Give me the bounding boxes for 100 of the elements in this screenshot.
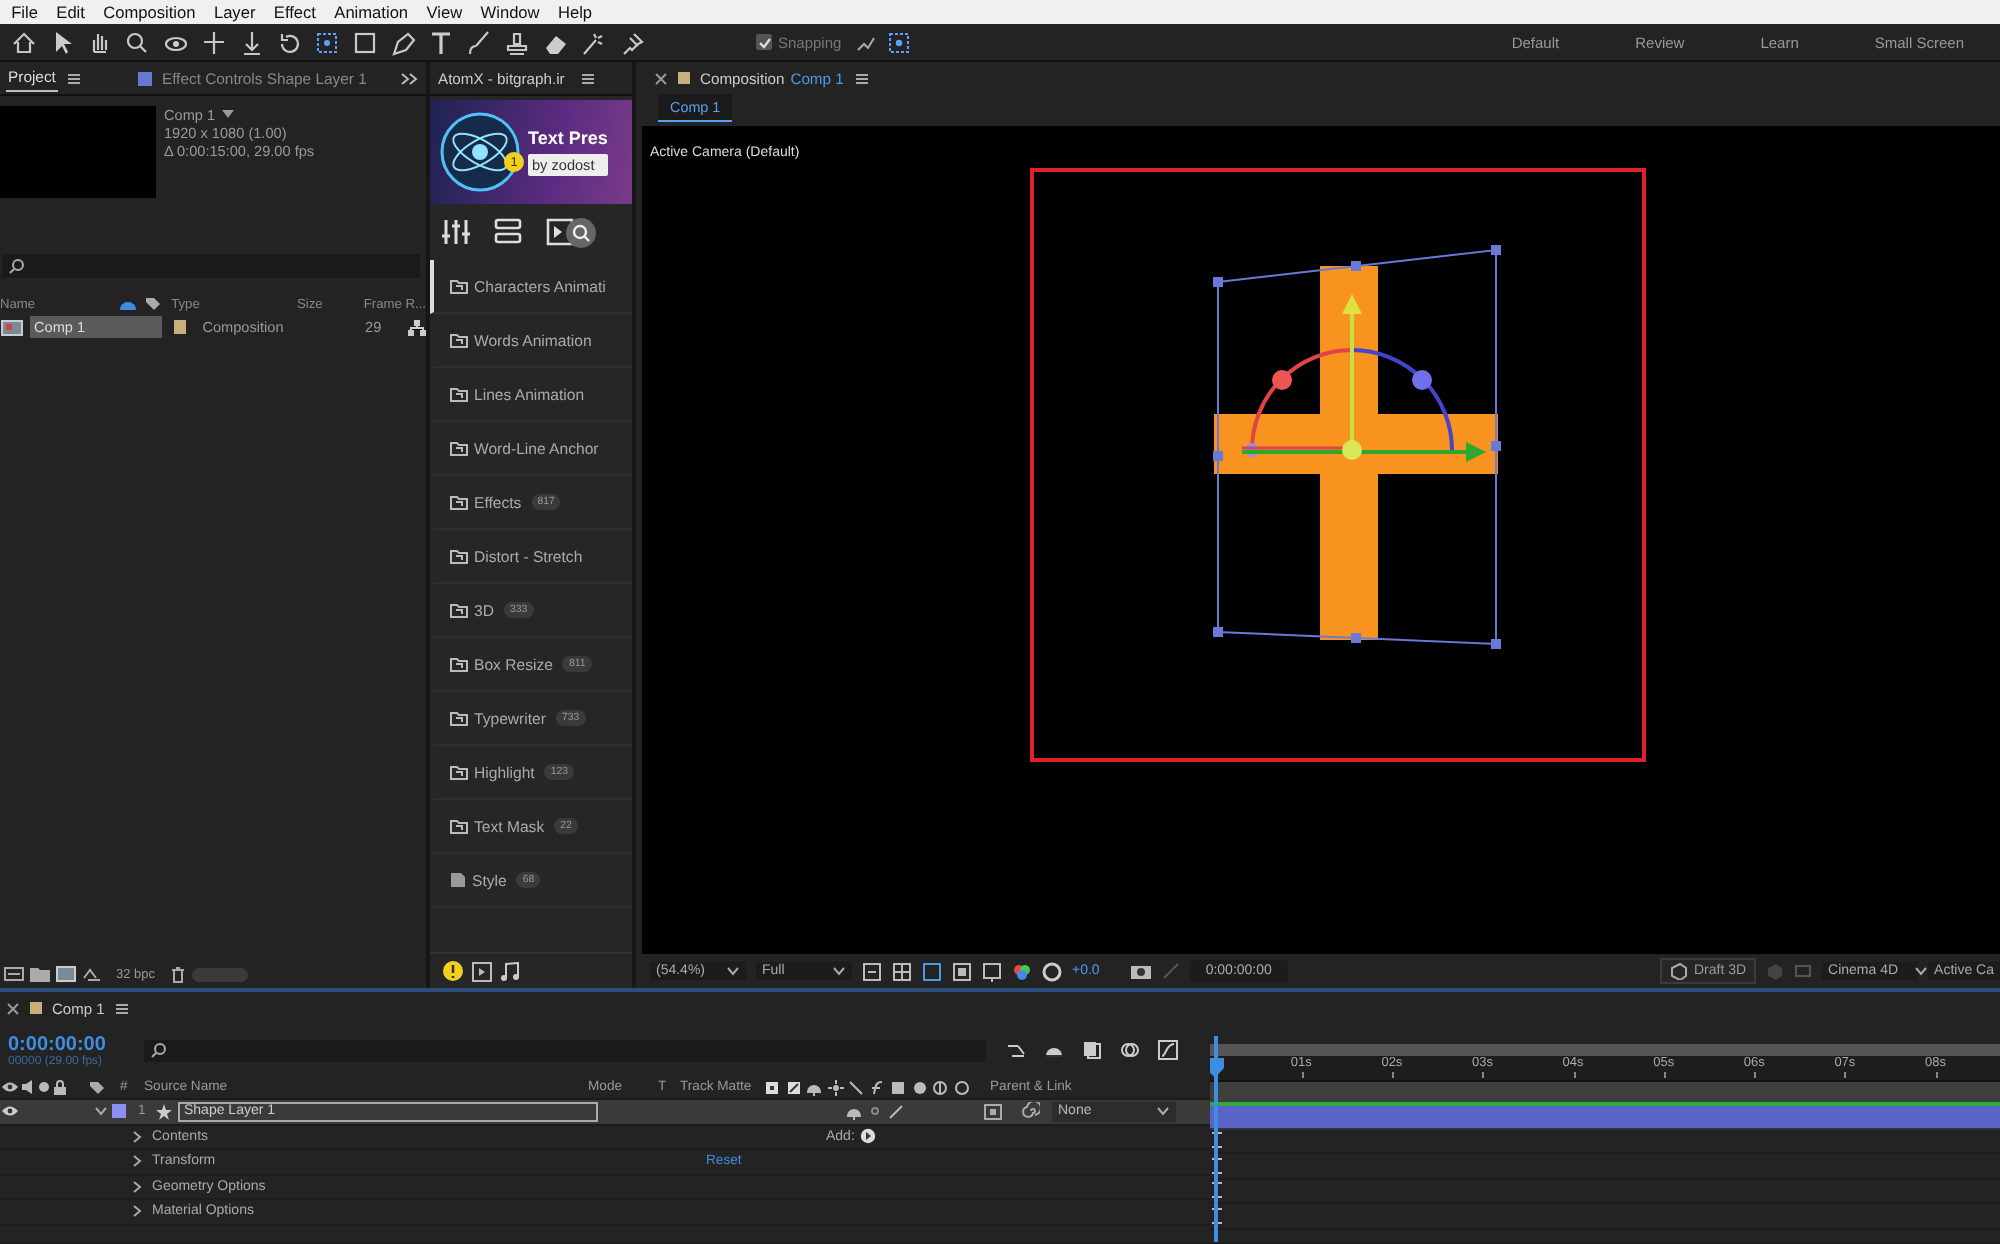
rotation-arcs[interactable]: [1245, 348, 1454, 457]
transparency-grid-icon[interactable]: [892, 961, 912, 981]
adjustment-circle-icon: [932, 1079, 948, 1095]
menu-item[interactable]: Edit: [47, 2, 95, 22]
overflow-chevrons-icon[interactable]: [400, 71, 418, 85]
axis-arrows[interactable]: [1242, 294, 1486, 462]
interpret-footage-icon[interactable]: [4, 966, 24, 982]
snap-feature-icon[interactable]: [887, 31, 910, 53]
play-icon[interactable]: [472, 961, 492, 981]
menu-item[interactable]: Animation: [325, 2, 418, 22]
panel-menu-icon[interactable]: [580, 71, 597, 85]
home-icon[interactable]: [10, 29, 36, 55]
play-box-icon[interactable]: [546, 218, 574, 246]
motion-blur-circle-icon: [911, 1079, 927, 1095]
expand-chevron-icon[interactable]: [130, 1154, 144, 1169]
search-field[interactable]: [144, 1039, 986, 1061]
folder-icon: [450, 440, 468, 456]
trash-icon[interactable]: [169, 965, 186, 983]
mask-path-icon[interactable]: [922, 961, 942, 981]
folder-icon: [450, 656, 468, 672]
3d-layer-switch-icon[interactable]: [984, 1103, 1002, 1120]
lock-icon: [52, 1079, 68, 1095]
layer-duration-bar[interactable]: [1210, 1105, 2000, 1129]
collapse-switch-icon[interactable]: [868, 1104, 882, 1119]
color-channels-icon[interactable]: [1012, 961, 1032, 981]
menu-item[interactable]: Effect: [264, 2, 326, 22]
close-icon[interactable]: [654, 71, 668, 85]
label-tag-icon[interactable]: [143, 296, 160, 312]
dropdown-caret-icon[interactable]: [1914, 964, 1929, 978]
search-field[interactable]: [2, 254, 420, 278]
folder-icon: [450, 602, 468, 618]
playhead-handle-icon[interactable]: [1210, 1058, 1224, 1078]
solo-icon: [36, 1080, 52, 1094]
cube-icon[interactable]: [1669, 962, 1688, 980]
region-icon[interactable]: [862, 961, 882, 981]
expand-chevron-icon[interactable]: [94, 1104, 108, 1119]
pan-camera-icon[interactable]: [200, 29, 226, 55]
music-note-icon[interactable]: [500, 961, 520, 981]
snapshot-camera-icon[interactable]: [1129, 962, 1152, 980]
dropdown-caret-icon[interactable]: [1156, 1104, 1170, 1119]
dolly-camera-icon[interactable]: [238, 29, 264, 55]
dropdown-caret-icon[interactable]: [832, 964, 846, 978]
pen-icon[interactable]: [390, 29, 416, 55]
frame-blending-icon[interactable]: [1082, 1040, 1102, 1060]
flowchart-icon[interactable]: [408, 319, 426, 335]
check-icon[interactable]: [757, 35, 771, 49]
graph-editor-icon[interactable]: [1158, 1040, 1178, 1060]
brush-icon[interactable]: [466, 29, 492, 55]
menu-item[interactable]: File: [2, 2, 48, 22]
panel-menu-icon[interactable]: [114, 1001, 131, 1015]
panel-menu-icon[interactable]: [853, 71, 870, 85]
audio-icon: [20, 1080, 36, 1094]
color-management-icon[interactable]: [1042, 961, 1062, 981]
fx-icon: [869, 1079, 885, 1095]
document-icon: [450, 872, 466, 888]
expand-chevron-icon[interactable]: [130, 1129, 144, 1144]
current-time-display[interactable]: 0:00:00:00: [8, 1033, 144, 1055]
banner-title: Text Pres: [528, 128, 608, 148]
motion-blur-pen-icon: [785, 1079, 801, 1095]
anchor-point-icon[interactable]: [314, 29, 340, 55]
menu-item[interactable]: Help: [548, 2, 602, 22]
menu-item[interactable]: Composition: [94, 2, 205, 22]
search-icon[interactable]: [572, 223, 590, 241]
expand-chevron-icon[interactable]: [130, 1204, 144, 1219]
zoom-icon[interactable]: [124, 29, 150, 55]
solid-box-icon: [764, 1079, 780, 1095]
expand-chevron-icon[interactable]: [130, 1179, 144, 1194]
puppet-pin-icon[interactable]: [618, 29, 644, 55]
shy-switch-icon[interactable]: [846, 1103, 862, 1120]
rectangle-icon[interactable]: [352, 29, 378, 55]
guides-icon[interactable]: [952, 961, 972, 981]
quality-switch-icon[interactable]: [888, 1103, 904, 1120]
add-button-icon[interactable]: [860, 1128, 877, 1145]
visibility-toggle-icon[interactable]: [0, 1104, 20, 1119]
search-button[interactable]: [566, 217, 596, 247]
composition-mini-flowchart-icon[interactable]: [1006, 1040, 1026, 1060]
dropdown-caret-icon[interactable]: [726, 964, 740, 978]
rotate-icon[interactable]: [276, 29, 302, 55]
folder-icon: [450, 818, 468, 834]
folder-icon: [450, 278, 468, 294]
close-icon[interactable]: [6, 1001, 20, 1015]
menu-item[interactable]: View: [417, 2, 472, 22]
list-icon[interactable]: [494, 218, 522, 246]
text-icon[interactable]: [428, 29, 454, 55]
dropdown-caret-icon[interactable]: [221, 110, 234, 120]
shy-icon: [806, 1079, 822, 1095]
folder-icon: [450, 548, 468, 564]
motion-blur-icon[interactable]: [1120, 1040, 1140, 1060]
menu-item[interactable]: Layer: [204, 2, 265, 22]
menu-item[interactable]: Window: [471, 2, 549, 22]
new-folder-icon[interactable]: [30, 966, 50, 982]
3d-cube-icon: [953, 1079, 969, 1095]
sliders-icon[interactable]: [442, 218, 470, 246]
roto-brush-icon[interactable]: [580, 29, 606, 55]
sort-icon[interactable]: [119, 299, 136, 309]
safe-margins-icon[interactable]: [982, 961, 1002, 981]
panel-menu-icon[interactable]: [65, 71, 82, 85]
search-icon: [150, 1042, 170, 1058]
pick-whip-icon[interactable]: [1022, 1102, 1040, 1121]
clone-stamp-icon[interactable]: [504, 29, 530, 55]
